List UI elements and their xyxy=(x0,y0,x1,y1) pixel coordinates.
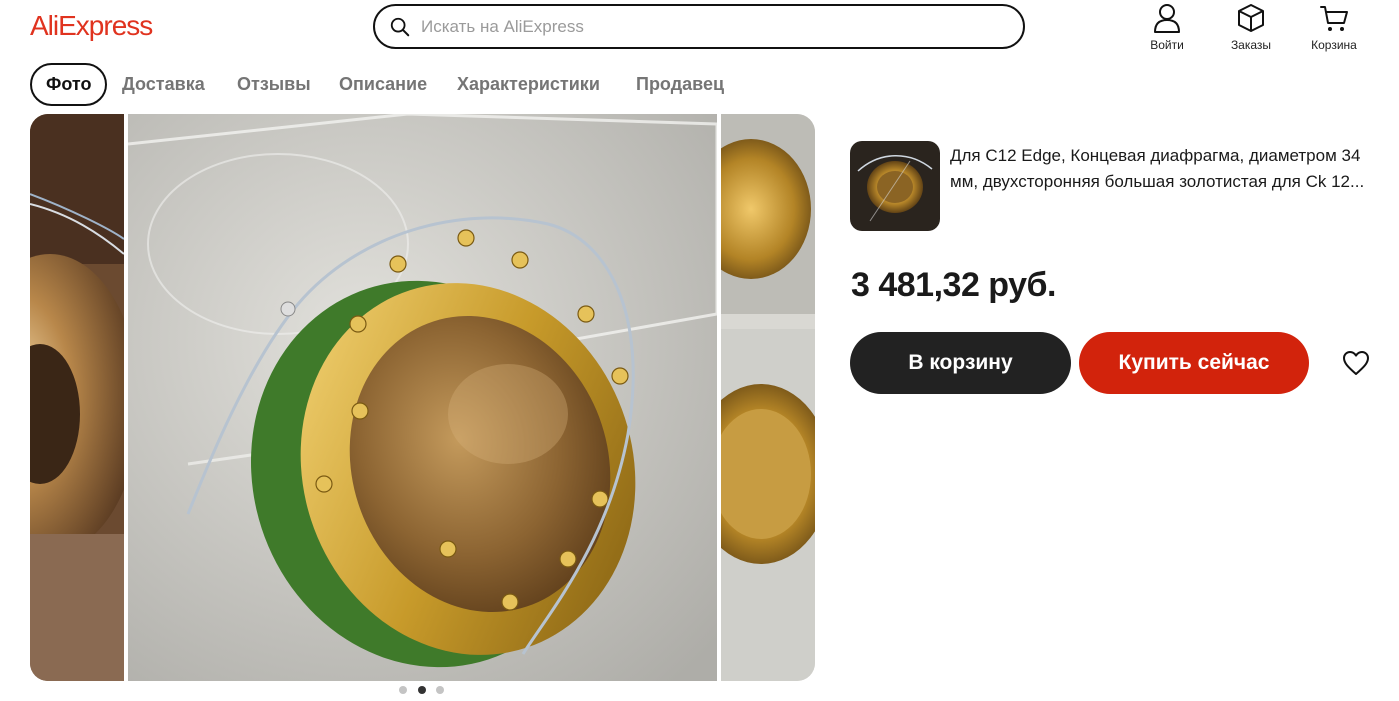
user-icon xyxy=(1154,4,1180,33)
gallery-image-previous[interactable] xyxy=(30,114,124,681)
tab-specifications[interactable]: Характеристики xyxy=(457,63,600,106)
cart-label: Корзина xyxy=(1311,38,1357,52)
orders-button[interactable]: Заказы xyxy=(1216,2,1286,52)
aliexpress-logo[interactable]: AliExpress xyxy=(30,10,153,42)
tab-photo[interactable]: Фото xyxy=(30,63,108,106)
heart-icon[interactable] xyxy=(1340,347,1372,379)
box-icon xyxy=(1238,4,1264,32)
header: AliExpress Войти Заказы Корзина xyxy=(0,0,1399,56)
search-input[interactable] xyxy=(421,15,1001,39)
product-gallery[interactable] xyxy=(30,114,815,681)
buy-now-button[interactable]: Купить сейчас xyxy=(1079,332,1309,394)
search-bar[interactable] xyxy=(373,4,1025,49)
tab-delivery[interactable]: Доставка xyxy=(122,63,205,106)
tab-description[interactable]: Описание xyxy=(339,63,427,106)
orders-label: Заказы xyxy=(1230,38,1272,52)
login-label: Войти xyxy=(1150,38,1184,52)
gallery-image-main[interactable] xyxy=(128,114,717,681)
gallery-dot-2[interactable] xyxy=(418,686,426,694)
tab-seller[interactable]: Продавец xyxy=(636,63,724,106)
product-price: 3 481,32 руб. xyxy=(851,266,1056,304)
product-title: Для C12 Edge, Концевая диафрагма, диамет… xyxy=(950,146,1365,191)
cart-icon xyxy=(1320,6,1348,31)
add-to-cart-button[interactable]: В корзину xyxy=(850,332,1071,394)
product-thumbnail[interactable] xyxy=(850,141,940,231)
login-button[interactable]: Войти xyxy=(1132,2,1202,52)
cart-button[interactable]: Корзина xyxy=(1299,2,1369,52)
gallery-image-next[interactable] xyxy=(721,114,815,681)
tab-reviews[interactable]: Отзывы xyxy=(237,63,311,106)
gallery-dot-3[interactable] xyxy=(436,686,444,694)
search-icon[interactable] xyxy=(389,16,411,38)
gallery-dot-1[interactable] xyxy=(399,686,407,694)
